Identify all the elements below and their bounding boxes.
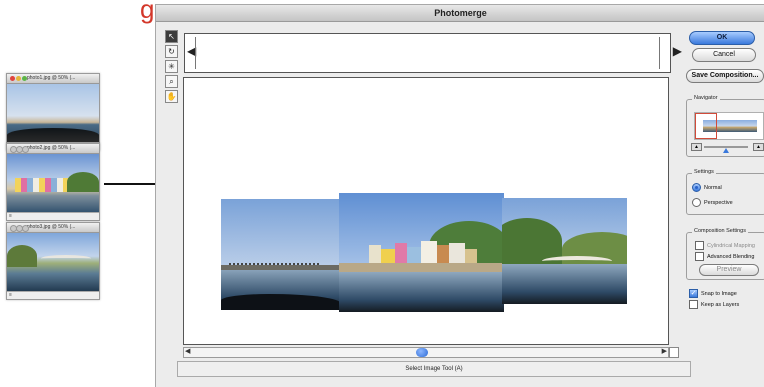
perspective-radio[interactable]: Perspective [692, 198, 733, 207]
zoom-icon[interactable] [22, 146, 29, 153]
photo-thumbnail [7, 84, 99, 142]
lightbox-divider [195, 37, 196, 69]
zoom-icon[interactable] [22, 225, 29, 232]
navigator-view-box[interactable] [695, 113, 717, 139]
minimize-icon[interactable] [16, 76, 21, 81]
advanced-blending-label: Advanced Blending [707, 253, 755, 260]
window-status: ≡ [7, 212, 99, 220]
tool-palette: ↖ ↻ ✳ ⌕ ✋ [165, 30, 178, 105]
vanishing-point-tool-icon[interactable]: ✳ [165, 60, 178, 73]
window-title: photo3.jpg @ 50% (... [27, 224, 76, 230]
navigator-panel: Navigator ▲ ▲ [686, 95, 764, 157]
checkbox[interactable] [689, 300, 698, 309]
window-title: photo2.jpg @ 50% (... [27, 145, 76, 151]
zoom-icon[interactable] [22, 76, 27, 81]
source-window-2[interactable]: photo2.jpg @ 50% (... ≡ [6, 143, 100, 221]
panorama-image-left[interactable] [221, 199, 341, 310]
checkbox[interactable] [695, 241, 704, 250]
navigator-preview[interactable] [694, 112, 764, 140]
photomerge-dialog: Photomerge ↖ ↻ ✳ ⌕ ✋ ◀ ▶ ◀ ▶ Select Imag… [155, 4, 764, 387]
normal-label: Normal [704, 184, 722, 191]
panorama-composition[interactable] [221, 193, 627, 312]
preview-button[interactable]: Preview [699, 264, 759, 276]
normal-radio[interactable]: Normal [692, 183, 722, 192]
panorama-image-middle[interactable] [339, 193, 504, 312]
window-status: ≡ [7, 291, 99, 299]
ok-button[interactable]: OK [689, 31, 755, 45]
snap-to-image-label: Snap to Image [701, 290, 737, 297]
lightbox-strip[interactable]: ◀ ▶ [184, 33, 682, 73]
source-window-3[interactable]: photo3.jpg @ 50% (... ≡ [6, 222, 100, 300]
checkmark-icon[interactable]: ✓ [689, 289, 698, 298]
composition-settings-label: Composition Settings [692, 228, 748, 234]
photo-thumbnail [7, 233, 99, 291]
cylindrical-mapping-checkbox[interactable]: Cylindrical Mapping [695, 241, 755, 250]
perspective-label: Perspective [704, 199, 733, 206]
close-icon[interactable] [10, 76, 15, 81]
snap-to-image-checkbox[interactable]: ✓ Snap to Image [689, 289, 737, 298]
window-titlebar[interactable]: photo3.jpg @ 50% (... [7, 223, 99, 233]
panorama-image-right[interactable] [502, 198, 627, 304]
horizontal-scrollbar[interactable]: ◀ ▶ [183, 347, 669, 358]
advanced-blending-checkbox[interactable]: Advanced Blending [695, 252, 754, 261]
zoom-out-icon[interactable]: ▲ [691, 143, 702, 151]
window-title: photo1.jpg @ 50% (... [27, 75, 76, 81]
settings-label: Settings [692, 169, 716, 175]
composition-work-area[interactable] [183, 77, 669, 345]
window-titlebar[interactable]: photo2.jpg @ 50% (... [7, 144, 99, 154]
scroll-left-icon[interactable]: ◀ [185, 347, 190, 355]
window-titlebar[interactable]: photo1.jpg @ 50% (... [7, 74, 99, 84]
status-bar: Select Image Tool (A) [177, 361, 691, 377]
select-image-tool-icon[interactable]: ↖ [165, 30, 178, 43]
photo-thumbnail [7, 154, 99, 212]
zoom-tool-icon[interactable]: ⌕ [165, 75, 178, 88]
scrollbar-thumb[interactable] [416, 348, 428, 357]
checkbox[interactable] [695, 252, 704, 261]
keep-as-layers-checkbox[interactable]: Keep as Layers [689, 300, 739, 309]
scroll-right-icon[interactable]: ▶ [662, 347, 667, 355]
dialog-title: Photomerge [156, 5, 764, 22]
hand-tool-icon[interactable]: ✋ [165, 90, 178, 103]
resize-corner[interactable] [669, 347, 679, 358]
navigator-label: Navigator [692, 95, 720, 101]
zoom-in-icon[interactable]: ▲ [753, 143, 764, 151]
zoom-slider-knob[interactable] [723, 148, 729, 153]
scroll-right-icon[interactable]: ▶ [673, 44, 682, 58]
cancel-button[interactable]: Cancel [692, 48, 756, 62]
save-composition-button[interactable]: Save Composition... [686, 69, 764, 83]
heading-fragment: g [140, 0, 155, 24]
settings-panel: Settings Normal Perspective [686, 169, 764, 215]
lightbox-divider [659, 37, 660, 69]
rotate-image-tool-icon[interactable]: ↻ [165, 45, 178, 58]
radio-button[interactable] [692, 198, 701, 207]
radio-button[interactable] [692, 183, 701, 192]
keep-as-layers-label: Keep as Layers [701, 301, 740, 308]
source-window-1[interactable]: photo1.jpg @ 50% (... ≡ [6, 73, 100, 151]
cylindrical-mapping-label: Cylindrical Mapping [707, 242, 755, 249]
composition-settings-panel: Composition Settings Cylindrical Mapping… [686, 228, 764, 280]
